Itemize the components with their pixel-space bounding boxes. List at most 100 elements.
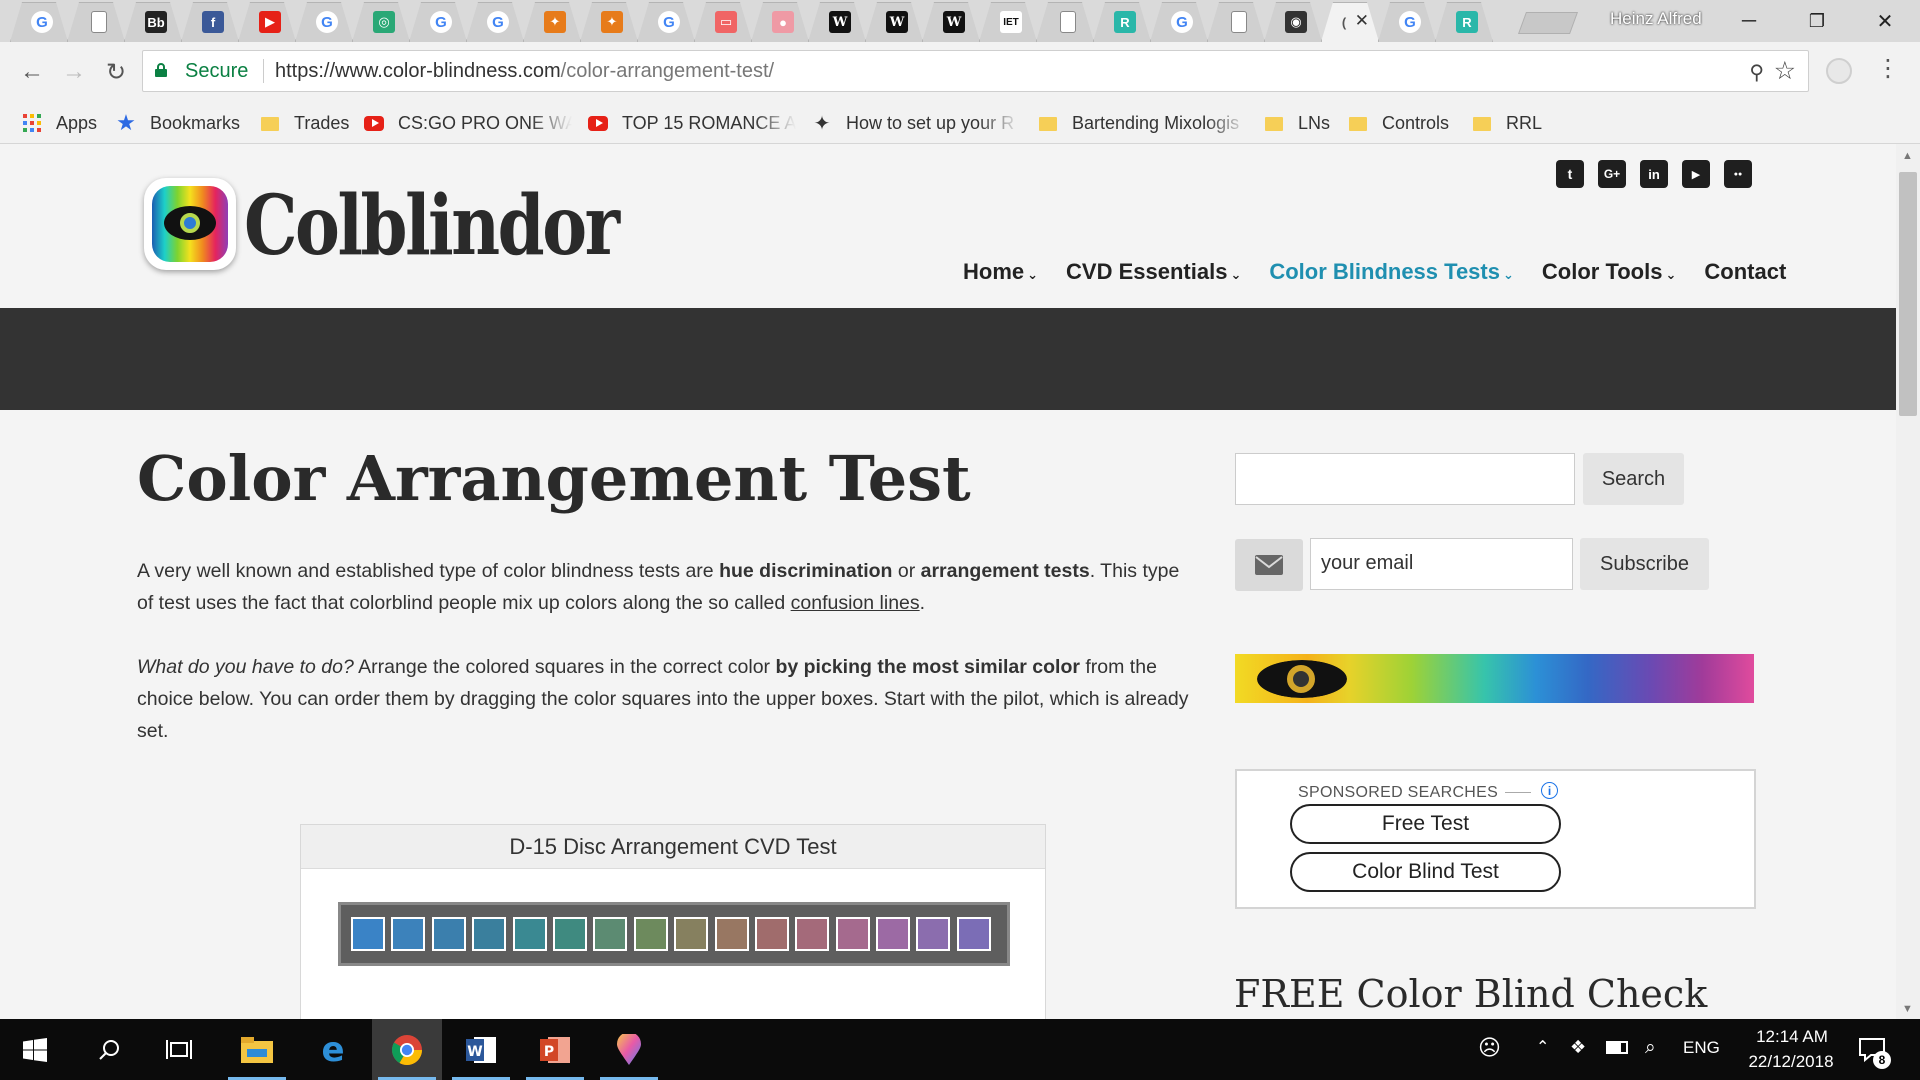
- file-explorer-icon[interactable]: [222, 1019, 292, 1080]
- powerpoint-icon[interactable]: P: [520, 1019, 590, 1080]
- search-button[interactable]: Search: [1583, 453, 1684, 505]
- sponsored-link-free-test[interactable]: Free Test: [1290, 804, 1561, 844]
- address-bar[interactable]: Secure https://www.color-blindness.com/c…: [142, 50, 1809, 92]
- youtube-icon[interactable]: ▶: [1682, 160, 1710, 188]
- profile-name[interactable]: Heinz Alfred: [1610, 9, 1702, 29]
- bookmark-apps[interactable]: Apps: [22, 110, 97, 136]
- color-tile[interactable]: [916, 917, 951, 951]
- bookmark-bookmarks[interactable]: ★ Bookmarks: [116, 110, 240, 136]
- restore-button[interactable]: ❐: [1794, 6, 1840, 36]
- dropbox-icon[interactable]: ❖: [1570, 1037, 1586, 1058]
- browser-tab[interactable]: G: [10, 2, 68, 42]
- browser-tab[interactable]: R: [1093, 2, 1151, 42]
- nav-color-blindness-tests[interactable]: Color Blindness Tests ⌄: [1269, 259, 1514, 285]
- browser-tab[interactable]: G: [1150, 2, 1208, 42]
- secure-label[interactable]: Secure: [185, 60, 248, 83]
- bookmark-csgo[interactable]: CS:GO PRO ONE WAY: [364, 110, 572, 136]
- menu-icon[interactable]: ⋮: [1876, 54, 1900, 83]
- scroll-thumb[interactable]: [1899, 172, 1917, 416]
- nav-contact[interactable]: Contact: [1704, 259, 1786, 285]
- confusion-lines-link[interactable]: confusion lines: [791, 592, 920, 614]
- clock-time[interactable]: 12:14 AM: [1742, 1027, 1842, 1047]
- browser-tab[interactable]: G: [409, 2, 467, 42]
- nav-home[interactable]: Home ⌄: [963, 259, 1038, 285]
- bookmark-folder-rrl[interactable]: RRL: [1472, 110, 1542, 136]
- browser-tab[interactable]: IET: [979, 2, 1037, 42]
- browser-tab[interactable]: ✦: [523, 2, 581, 42]
- close-tab-icon[interactable]: ✕: [1355, 11, 1369, 31]
- scroll-down-icon[interactable]: ▼: [1902, 1003, 1913, 1015]
- browser-tab[interactable]: G: [1378, 2, 1436, 42]
- color-tile[interactable]: [593, 917, 628, 951]
- battery-icon[interactable]: [1606, 1041, 1628, 1054]
- linkedin-icon[interactable]: in: [1640, 160, 1668, 188]
- maps-icon[interactable]: [594, 1019, 664, 1080]
- bookmark-romance[interactable]: TOP 15 ROMANCE AI: [588, 110, 796, 136]
- extension-icon[interactable]: [1826, 58, 1852, 84]
- chrome-icon[interactable]: [372, 1019, 442, 1080]
- browser-tab[interactable]: W: [808, 2, 866, 42]
- email-input[interactable]: your email: [1310, 538, 1573, 590]
- scroll-up-icon[interactable]: ▲: [1902, 150, 1913, 162]
- bookmark-howto[interactable]: ✦ How to set up your R: [812, 110, 1020, 136]
- info-icon[interactable]: i: [1541, 782, 1558, 799]
- color-tile[interactable]: [674, 917, 709, 951]
- browser-tab[interactable]: ◉: [1264, 2, 1322, 42]
- site-logo-text[interactable]: Colblindor: [244, 178, 620, 274]
- word-icon[interactable]: W: [446, 1019, 516, 1080]
- close-window-button[interactable]: ✕: [1862, 6, 1908, 36]
- browser-tab[interactable]: Bb: [124, 2, 182, 42]
- browser-tab[interactable]: [1036, 2, 1094, 42]
- color-tile[interactable]: [633, 917, 668, 951]
- search-input[interactable]: [1235, 453, 1575, 505]
- color-tile[interactable]: [351, 917, 385, 951]
- wifi-icon[interactable]: ⌕: [1645, 1037, 1656, 1059]
- browser-tab[interactable]: ▭: [694, 2, 752, 42]
- subscribe-button[interactable]: Subscribe: [1580, 538, 1709, 590]
- color-tile[interactable]: [754, 917, 789, 951]
- reload-icon[interactable]: ↻: [98, 54, 134, 90]
- chevron-up-icon[interactable]: ⌃: [1536, 1037, 1549, 1057]
- browser-tab[interactable]: [1207, 2, 1265, 42]
- browser-tab[interactable]: G: [466, 2, 524, 42]
- browser-tab[interactable]: [67, 2, 125, 42]
- site-logo-icon[interactable]: [144, 178, 236, 270]
- page-scrollbar[interactable]: ▲ ▼: [1896, 144, 1920, 1019]
- new-tab-button[interactable]: [1517, 12, 1579, 34]
- bookmark-folder-lns[interactable]: LNs: [1264, 110, 1330, 136]
- color-tile[interactable]: [795, 917, 830, 951]
- color-tile[interactable]: [431, 917, 466, 951]
- minimize-button[interactable]: ─: [1726, 6, 1772, 36]
- browser-tab[interactable]: (✕: [1321, 2, 1379, 42]
- twitter-icon[interactable]: t: [1556, 160, 1584, 188]
- browser-tab[interactable]: W: [922, 2, 980, 42]
- bookmark-folder-trades[interactable]: Trades: [260, 110, 349, 136]
- clock-date[interactable]: 22/12/2018: [1735, 1052, 1847, 1072]
- browser-tab[interactable]: ●: [751, 2, 809, 42]
- browser-tab[interactable]: G: [295, 2, 353, 42]
- color-tile[interactable]: [472, 917, 507, 951]
- browser-tab[interactable]: ✦: [580, 2, 638, 42]
- google-plus-icon[interactable]: G+: [1598, 160, 1626, 188]
- url-text[interactable]: https://www.color-blindness.com/color-ar…: [275, 60, 774, 83]
- bookmark-folder-bartending[interactable]: Bartending Mixologis: [1038, 110, 1248, 136]
- browser-tab[interactable]: ▶: [238, 2, 296, 42]
- color-tile[interactable]: [835, 917, 870, 951]
- flickr-icon[interactable]: ●●: [1724, 160, 1752, 188]
- people-icon[interactable]: ☹: [1478, 1035, 1501, 1061]
- language-indicator[interactable]: ENG: [1683, 1038, 1720, 1058]
- search-icon[interactable]: [74, 1019, 144, 1080]
- browser-tab[interactable]: ◎: [352, 2, 410, 42]
- color-tile[interactable]: [956, 917, 991, 951]
- back-icon[interactable]: ←: [14, 54, 50, 90]
- colblindor-banner[interactable]: [1235, 654, 1754, 703]
- browser-tab[interactable]: G: [637, 2, 695, 42]
- browser-tab[interactable]: R: [1435, 2, 1493, 42]
- bookmark-folder-controls[interactable]: Controls: [1348, 110, 1449, 136]
- nav-cvd-essentials[interactable]: CVD Essentials ⌄: [1066, 259, 1241, 285]
- color-tile[interactable]: [391, 917, 426, 951]
- bookmark-star-icon[interactable]: ☆: [1774, 56, 1796, 86]
- forward-icon[interactable]: →: [56, 54, 92, 90]
- color-tile[interactable]: [552, 917, 587, 951]
- browser-tab[interactable]: f: [181, 2, 239, 42]
